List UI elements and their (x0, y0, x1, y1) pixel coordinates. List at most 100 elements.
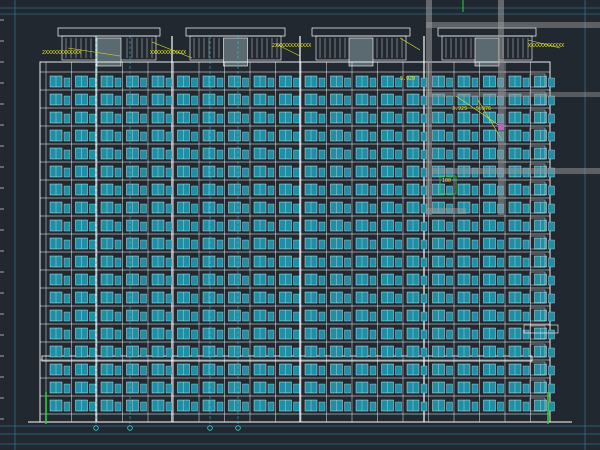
small-window (420, 221, 428, 232)
small-window (522, 347, 530, 358)
small-window (344, 167, 351, 178)
small-window (165, 77, 173, 88)
small-window (267, 149, 275, 160)
small-window (369, 329, 377, 340)
small-window (267, 275, 275, 286)
elevation-drawing[interactable]: 2XXXXXXXXXXXX XXXXXXXXXXXX 2XXXXXXXXXXXX… (0, 0, 600, 450)
small-window (369, 221, 377, 232)
small-window (89, 95, 96, 106)
small-window (446, 113, 453, 124)
small-window (318, 347, 326, 358)
small-window (63, 113, 71, 124)
small-window (318, 365, 326, 376)
small-window (191, 149, 198, 160)
small-window (548, 149, 555, 160)
small-window (471, 311, 479, 322)
small-window (522, 77, 530, 88)
small-window (293, 95, 300, 106)
small-window (497, 221, 504, 232)
small-window (216, 293, 224, 304)
small-window (216, 95, 224, 106)
small-window (114, 185, 122, 196)
crosshair-horizontal (426, 92, 600, 97)
small-window (344, 113, 351, 124)
small-window (165, 203, 173, 214)
small-window (420, 329, 428, 340)
small-window (242, 113, 249, 124)
small-window (369, 383, 377, 394)
small-window (471, 365, 479, 376)
small-window (242, 329, 249, 340)
small-window (446, 275, 453, 286)
cad-viewport[interactable]: 2XXXXXXXXXXXX XXXXXXXXXXXX 2XXXXXXXXXXXX… (0, 0, 600, 450)
small-window (369, 257, 377, 268)
small-window (242, 77, 249, 88)
small-window (471, 401, 479, 412)
small-window (242, 203, 249, 214)
small-window (318, 149, 326, 160)
small-window (522, 149, 530, 160)
small-window (89, 77, 96, 88)
small-window (446, 311, 453, 322)
small-window (191, 401, 198, 412)
small-window (344, 401, 351, 412)
small-window (369, 185, 377, 196)
small-window (471, 329, 479, 340)
small-window (89, 347, 96, 358)
small-window (114, 239, 122, 250)
small-window (165, 383, 173, 394)
small-window (140, 167, 147, 178)
small-window (318, 113, 326, 124)
small-window (548, 365, 555, 376)
small-window (242, 383, 249, 394)
small-window (216, 149, 224, 160)
small-window (548, 185, 555, 196)
small-window (318, 401, 326, 412)
small-window (191, 383, 198, 394)
small-window (369, 113, 377, 124)
small-window (471, 203, 479, 214)
small-window (395, 383, 402, 394)
small-window (471, 185, 479, 196)
small-window (63, 149, 71, 160)
small-window (369, 131, 377, 142)
small-window (548, 131, 555, 142)
small-window (140, 203, 147, 214)
small-window (522, 203, 530, 214)
small-window (191, 185, 198, 196)
small-window (89, 203, 96, 214)
small-window (293, 221, 300, 232)
small-window (140, 329, 147, 340)
small-window (420, 365, 428, 376)
small-window (165, 275, 173, 286)
small-window (318, 293, 326, 304)
small-window (191, 347, 198, 358)
small-window (191, 257, 198, 268)
small-window (522, 185, 530, 196)
crosshair-horizontal (426, 22, 600, 28)
small-window (395, 113, 402, 124)
small-window (114, 365, 122, 376)
small-window (140, 131, 147, 142)
small-window (89, 365, 96, 376)
small-window (267, 221, 275, 232)
small-window (420, 257, 428, 268)
small-window (114, 149, 122, 160)
small-window (420, 239, 428, 250)
small-window (191, 221, 198, 232)
small-window (114, 95, 122, 106)
small-window (89, 221, 96, 232)
roof-note-d: XXXXXXXXXXXX (528, 43, 564, 49)
small-window (318, 95, 326, 106)
small-window (267, 167, 275, 178)
small-window (191, 203, 198, 214)
small-window (63, 185, 71, 196)
small-window (497, 311, 504, 322)
small-window (522, 365, 530, 376)
small-window (216, 329, 224, 340)
small-window (420, 383, 428, 394)
small-window (522, 239, 530, 250)
small-window (395, 347, 402, 358)
small-window (522, 383, 530, 394)
small-window (548, 275, 555, 286)
